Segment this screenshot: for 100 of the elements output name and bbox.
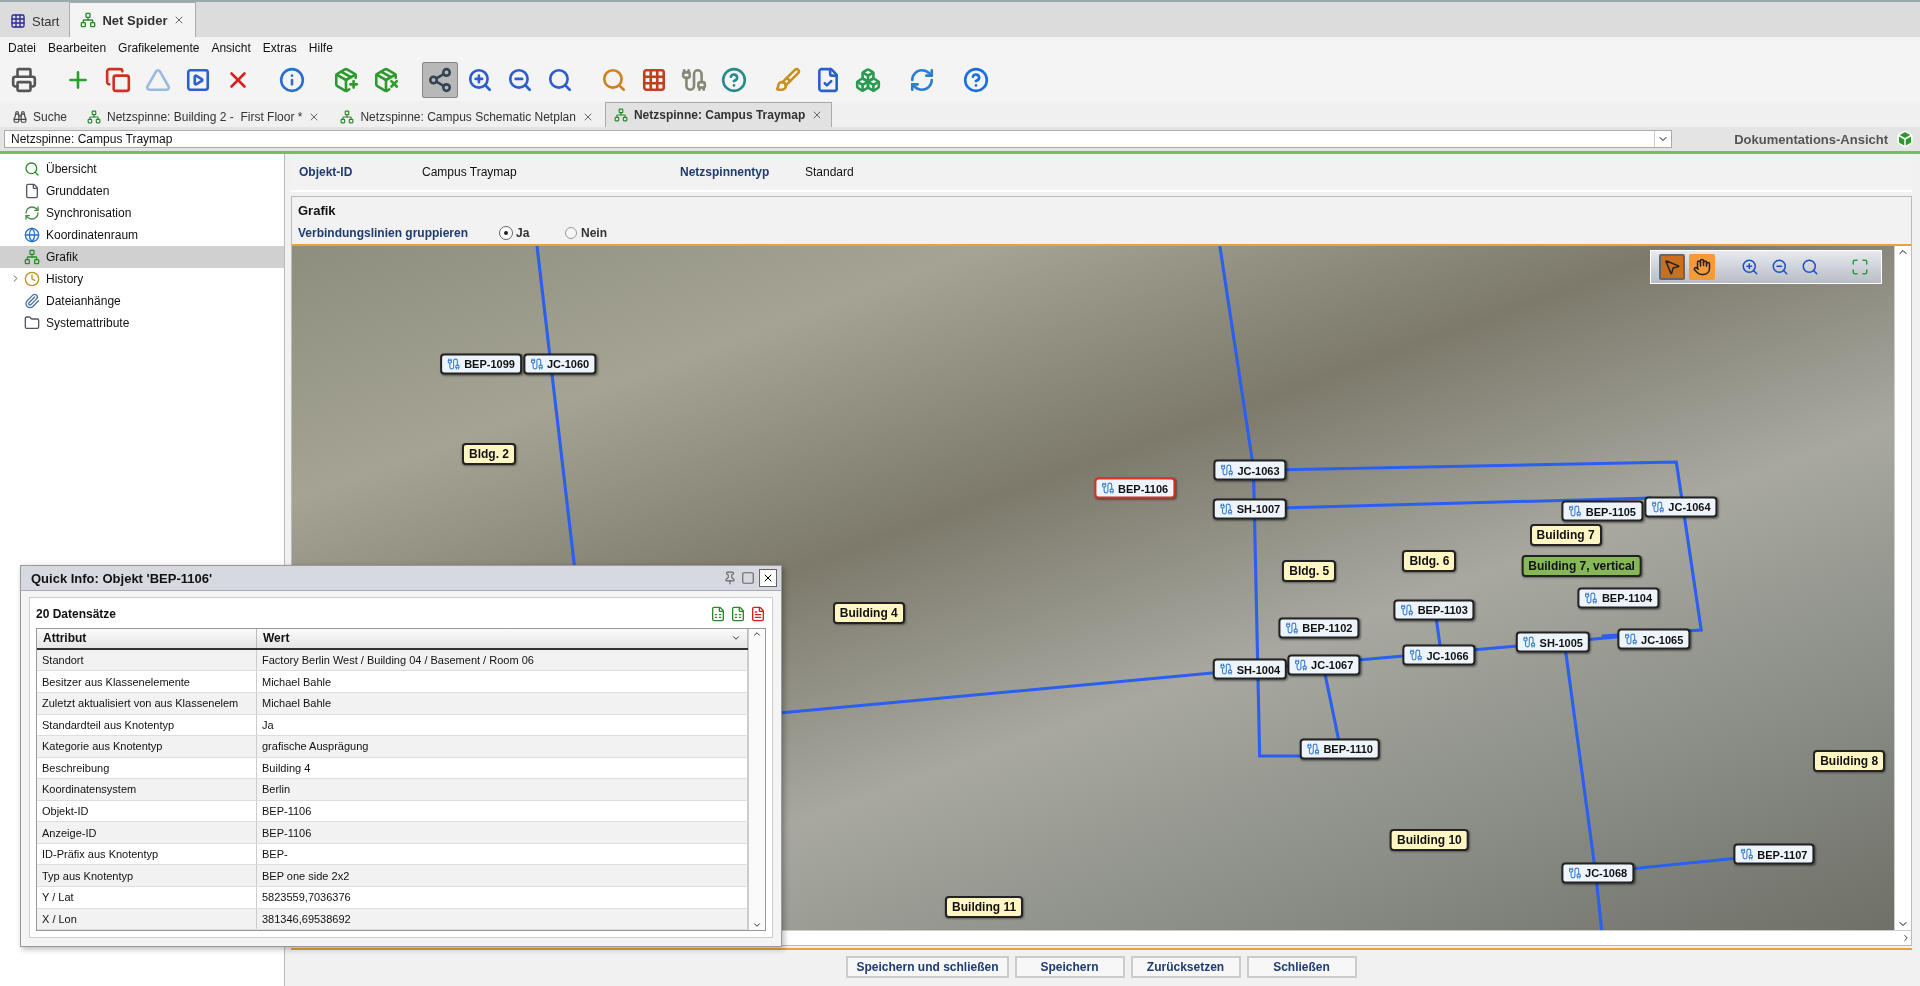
cable-icon bbox=[1568, 866, 1581, 880]
document-tab[interactable]: Suche bbox=[4, 105, 77, 127]
network-icon bbox=[340, 109, 355, 124]
building-label[interactable]: Bldg. 5 bbox=[1282, 559, 1337, 582]
sidebar-item[interactable]: Systemattribute bbox=[0, 312, 284, 334]
map-tool-button[interactable] bbox=[1659, 254, 1685, 280]
sidebar-item[interactable]: History bbox=[0, 268, 284, 290]
cable-icon bbox=[1522, 635, 1536, 649]
field-value: Standard bbox=[805, 165, 855, 179]
port-node[interactable]: BEP-1106 bbox=[1094, 477, 1176, 499]
sidebar-item[interactable]: Übersicht bbox=[0, 158, 284, 180]
field-label: Verbindungslinien gruppieren bbox=[298, 226, 469, 240]
port-node[interactable]: SH-1005 bbox=[1515, 631, 1590, 653]
port-node[interactable]: JC-1066 bbox=[1402, 644, 1476, 666]
radio-button[interactable] bbox=[565, 227, 577, 239]
radio-option[interactable]: Nein bbox=[565, 226, 630, 240]
checklist-icon bbox=[815, 67, 841, 93]
pin-icon[interactable] bbox=[723, 571, 737, 585]
grid-icon bbox=[641, 67, 667, 93]
menu-item[interactable]: Bearbeiten bbox=[42, 41, 113, 55]
table-cell: Standardteil aus Knotentyp bbox=[37, 714, 257, 736]
action-button[interactable]: Speichern und schließen bbox=[846, 956, 1009, 978]
zoom-out-icon bbox=[1771, 258, 1789, 276]
menu-item[interactable]: Grafikelemente bbox=[112, 41, 206, 55]
sync-icon bbox=[24, 205, 40, 221]
sidebar-item[interactable]: Synchronisation bbox=[0, 202, 284, 224]
spreadsheet-icon[interactable] bbox=[710, 606, 726, 622]
port-node[interactable]: JC-1064 bbox=[1644, 496, 1718, 518]
sidebar-item[interactable]: Dateianhänge bbox=[0, 290, 284, 312]
scroll-right-icon[interactable] bbox=[1901, 933, 1911, 943]
port-node[interactable]: JC-1063 bbox=[1213, 459, 1287, 481]
menu-item[interactable]: Ansicht bbox=[205, 41, 257, 55]
building-label[interactable]: Building 10 bbox=[1390, 828, 1469, 851]
toolbar-button[interactable] bbox=[422, 62, 458, 98]
building-label[interactable]: Building 7, vertical bbox=[1521, 555, 1642, 578]
window-title: Quick Info: Objekt 'BEP-1106' bbox=[31, 570, 212, 586]
action-button[interactable]: Speichern bbox=[1014, 956, 1125, 978]
app-tab[interactable]: Net Spider bbox=[69, 2, 197, 37]
port-node[interactable]: JC-1065 bbox=[1617, 628, 1691, 650]
scroll-up-icon[interactable] bbox=[752, 629, 762, 639]
radio-option[interactable]: Ja bbox=[500, 226, 565, 240]
network-icon bbox=[613, 108, 628, 122]
document-tab[interactable]: Netzspinne: Building 2 - First Floor * bbox=[78, 105, 330, 127]
document-tab[interactable]: Netzspinne: Campus Traymap bbox=[604, 102, 833, 127]
maximize-icon[interactable] bbox=[741, 571, 755, 585]
app-tab[interactable]: Start bbox=[0, 5, 70, 37]
action-button[interactable]: Schließen bbox=[1246, 956, 1357, 978]
object-select[interactable]: Netzspinne: Campus Traymap bbox=[4, 130, 1672, 148]
cable-icon bbox=[1285, 621, 1299, 635]
table-cell: Beschreibung bbox=[37, 757, 257, 779]
action-button[interactable]: Zurücksetzen bbox=[1130, 956, 1241, 978]
sidebar-item[interactable]: Grunddaten bbox=[0, 180, 284, 202]
building-label[interactable]: Building 4 bbox=[832, 602, 905, 625]
menu-item[interactable]: Extras bbox=[256, 41, 303, 55]
table-cell: Standort bbox=[37, 649, 257, 671]
scroll-down-icon[interactable] bbox=[752, 920, 762, 930]
globe-icon bbox=[24, 227, 40, 243]
menu-item[interactable]: Hilfe bbox=[302, 41, 339, 55]
port-node[interactable]: SH-1007 bbox=[1212, 498, 1288, 520]
close-button[interactable] bbox=[759, 569, 777, 587]
column-header[interactable]: Attribut bbox=[37, 629, 257, 648]
zoom-in-icon bbox=[1741, 258, 1759, 276]
port-node[interactable]: BEP-1103 bbox=[1393, 599, 1475, 621]
magnifier-icon bbox=[24, 161, 40, 177]
cable-icon bbox=[529, 357, 543, 371]
cable-icon bbox=[1568, 504, 1582, 518]
info-icon bbox=[279, 67, 305, 93]
building-label[interactable]: Bldg. 6 bbox=[1402, 549, 1457, 572]
port-node[interactable]: BEP-1110 bbox=[1299, 738, 1380, 760]
port-node[interactable]: BEP-1107 bbox=[1733, 843, 1815, 865]
table-cell: Objekt-ID bbox=[37, 800, 257, 822]
port-node[interactable]: JC-1067 bbox=[1287, 654, 1361, 676]
cubes-icon bbox=[855, 67, 881, 93]
triangle-icon bbox=[145, 67, 171, 93]
port-node[interactable]: BEP-1105 bbox=[1561, 500, 1643, 522]
building-label[interactable]: Building 8 bbox=[1813, 750, 1886, 773]
port-node[interactable]: BEP-1104 bbox=[1577, 587, 1660, 609]
port-node[interactable]: BEP-1099 bbox=[440, 353, 522, 375]
zoom-reset-icon bbox=[1801, 258, 1819, 276]
table-cell: ID-Präfix aus Knotentyp bbox=[37, 843, 257, 865]
document-tab[interactable]: Netzspinne: Campus Schematic Netplan bbox=[331, 105, 603, 127]
port-node[interactable]: JC-1060 bbox=[522, 353, 597, 375]
building-label[interactable]: Building 7 bbox=[1529, 524, 1602, 547]
menu-item[interactable]: Datei bbox=[2, 41, 42, 55]
paperclip-icon bbox=[24, 293, 40, 309]
copy-icon bbox=[105, 67, 131, 93]
building-label[interactable]: Bldg. 2 bbox=[462, 442, 517, 465]
map-tool-button[interactable] bbox=[1689, 254, 1715, 280]
record-count: 20 Datensätze bbox=[36, 607, 117, 621]
vertical-scrollbar[interactable] bbox=[1894, 246, 1911, 930]
port-node[interactable]: SH-1004 bbox=[1212, 658, 1288, 680]
spreadsheet-icon[interactable] bbox=[730, 606, 746, 622]
building-label[interactable]: Building 11 bbox=[945, 896, 1024, 919]
vertical-scrollbar[interactable] bbox=[748, 629, 765, 930]
port-node[interactable]: JC-1068 bbox=[1561, 862, 1635, 884]
cable-icon bbox=[681, 67, 707, 93]
sidebar-item[interactable]: Koordinatenraum bbox=[0, 224, 284, 246]
port-node[interactable]: BEP-1102 bbox=[1278, 617, 1360, 639]
table-cell: X / Lon bbox=[37, 908, 257, 930]
sidebar-item[interactable]: Grafik bbox=[0, 246, 284, 268]
